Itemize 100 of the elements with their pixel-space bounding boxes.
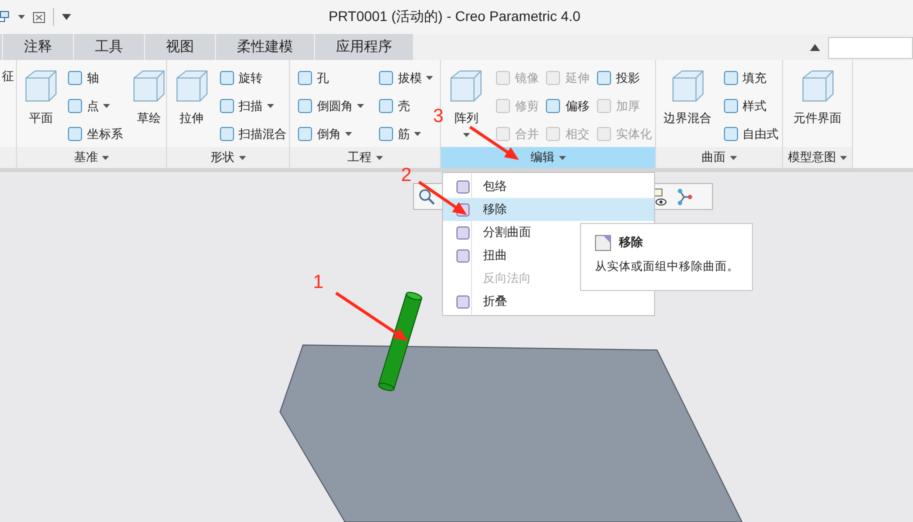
square-icon <box>218 70 234 86</box>
feature-icon <box>455 178 471 194</box>
cube-icon <box>800 68 836 104</box>
square-icon <box>378 98 394 114</box>
square-icon <box>545 126 562 142</box>
ribbon-button[interactable]: 阵列 <box>442 60 490 138</box>
group-label[interactable]: 基准 <box>17 147 166 168</box>
square-icon <box>722 70 738 86</box>
ribbon-button[interactable]: 自由式 <box>720 120 780 147</box>
group-label[interactable]: 曲面 <box>656 147 782 168</box>
ribbon-button[interactable]: 筋 <box>376 120 435 147</box>
group-title: 工程 <box>348 149 372 166</box>
square-icon <box>218 126 234 142</box>
square-icon <box>545 98 562 114</box>
ribbon-button[interactable]: 孔 <box>295 64 366 92</box>
square-icon <box>297 70 313 86</box>
ribbon-button[interactable]: 扫描混合 <box>216 120 288 147</box>
feature-icon <box>455 248 471 264</box>
ribbon-button[interactable]: 草绘 <box>125 60 166 128</box>
cube-icon <box>23 68 59 104</box>
ribbon-button[interactable]: 坐标系 <box>65 120 125 147</box>
square-icon <box>378 126 394 142</box>
ribbon-button[interactable]: 边界混合 <box>658 60 718 128</box>
ribbon-button[interactable]: 样式 <box>720 92 780 120</box>
caret-icon <box>238 156 246 160</box>
ribbon-button[interactable]: 拔模 <box>376 64 435 92</box>
ribbon-label: 征 <box>2 68 14 85</box>
ribbon-button[interactable]: 倒圆角 <box>295 92 366 120</box>
annotation-number: 3 <box>433 106 444 128</box>
square-icon <box>218 98 234 114</box>
ribbon-button[interactable]: 偏移 <box>543 92 592 120</box>
square-icon <box>494 70 511 86</box>
windows-icon[interactable] <box>0 10 10 24</box>
menu-item[interactable]: 移除 <box>443 198 654 221</box>
square-icon <box>545 70 562 86</box>
close-window-icon[interactable] <box>33 12 45 22</box>
ribbon-tab[interactable]: 视图 <box>145 34 216 60</box>
group-title: 形状 <box>210 149 234 166</box>
ribbon-button[interactable]: 平面 <box>17 60 65 128</box>
group-label[interactable]: 形状 <box>167 147 289 168</box>
square-icon <box>67 70 83 86</box>
search-field[interactable] <box>828 37 913 59</box>
group-label[interactable]: 编辑 <box>441 147 655 168</box>
cube-icon <box>131 68 166 104</box>
square-icon <box>596 126 612 142</box>
window-title: PRT0001 (活动的) - Creo Parametric 4.0 <box>328 8 582 26</box>
ribbon-tab[interactable]: 工具 <box>74 34 145 60</box>
square-icon <box>596 98 612 114</box>
caret-icon <box>376 156 382 160</box>
ribbon-button[interactable]: 扫描 <box>216 92 288 120</box>
caret-icon <box>730 156 736 160</box>
group-label[interactable]: 工程 <box>290 147 440 168</box>
tooltip-description: 从实体或面组中移除曲面。 <box>595 259 738 274</box>
ribbon-button[interactable]: 壳 <box>376 92 435 120</box>
caret-icon <box>558 156 566 160</box>
square-icon <box>722 126 738 142</box>
caret-icon <box>840 156 847 160</box>
annotation-number: 1 <box>313 272 324 294</box>
ribbon-button[interactable]: 倒角 <box>295 120 366 147</box>
branch-icon[interactable] <box>676 188 694 206</box>
remove-icon <box>595 234 611 250</box>
menu-item[interactable]: 折叠 <box>443 290 654 313</box>
menu-item[interactable]: 包络 <box>443 175 654 198</box>
ribbon-button[interactable]: 拉伸 <box>168 60 216 128</box>
ribbon-button[interactable]: 投影 <box>594 64 654 92</box>
ribbon-button[interactable]: 填充 <box>720 64 780 92</box>
group-title: 编辑 <box>530 149 554 166</box>
square-icon <box>378 70 394 86</box>
ribbon-button[interactable]: 元件界面 <box>788 60 848 128</box>
feature-icon <box>455 294 471 310</box>
cube-icon <box>174 68 210 104</box>
square-icon <box>596 70 612 86</box>
square-icon <box>297 98 313 114</box>
group-title: 曲面 <box>702 149 726 166</box>
square-icon <box>67 98 83 114</box>
caret-icon <box>102 156 109 160</box>
square-icon <box>494 98 511 114</box>
cube-icon <box>670 68 706 104</box>
square-icon <box>494 126 511 142</box>
search-icon[interactable] <box>418 188 436 206</box>
ribbon-tab[interactable]: 注释 <box>3 34 74 60</box>
group-title: 基准 <box>74 149 98 166</box>
annotation-number: 2 <box>401 165 412 187</box>
ribbon-tab[interactable]: 柔性建模 <box>216 34 315 60</box>
ribbon-button[interactable]: 轴 <box>65 64 125 92</box>
cube-icon <box>448 68 484 104</box>
tooltip-title: 移除 <box>619 234 643 251</box>
ribbon-button[interactable]: 旋转 <box>216 64 288 92</box>
group-label[interactable]: 模型意图 <box>783 147 852 168</box>
annotation-arrow <box>418 180 467 215</box>
caret-icon <box>18 15 25 19</box>
square-icon <box>67 126 83 142</box>
collapse-icon[interactable] <box>810 44 820 50</box>
ribbon-button[interactable]: 点 <box>65 92 125 120</box>
caret-icon[interactable] <box>62 14 71 20</box>
group-title: 模型意图 <box>788 149 836 166</box>
square-icon <box>722 98 738 114</box>
feature-icon <box>455 224 471 240</box>
square-icon <box>297 126 313 142</box>
ribbon-tab[interactable]: 应用程序 <box>315 34 414 60</box>
